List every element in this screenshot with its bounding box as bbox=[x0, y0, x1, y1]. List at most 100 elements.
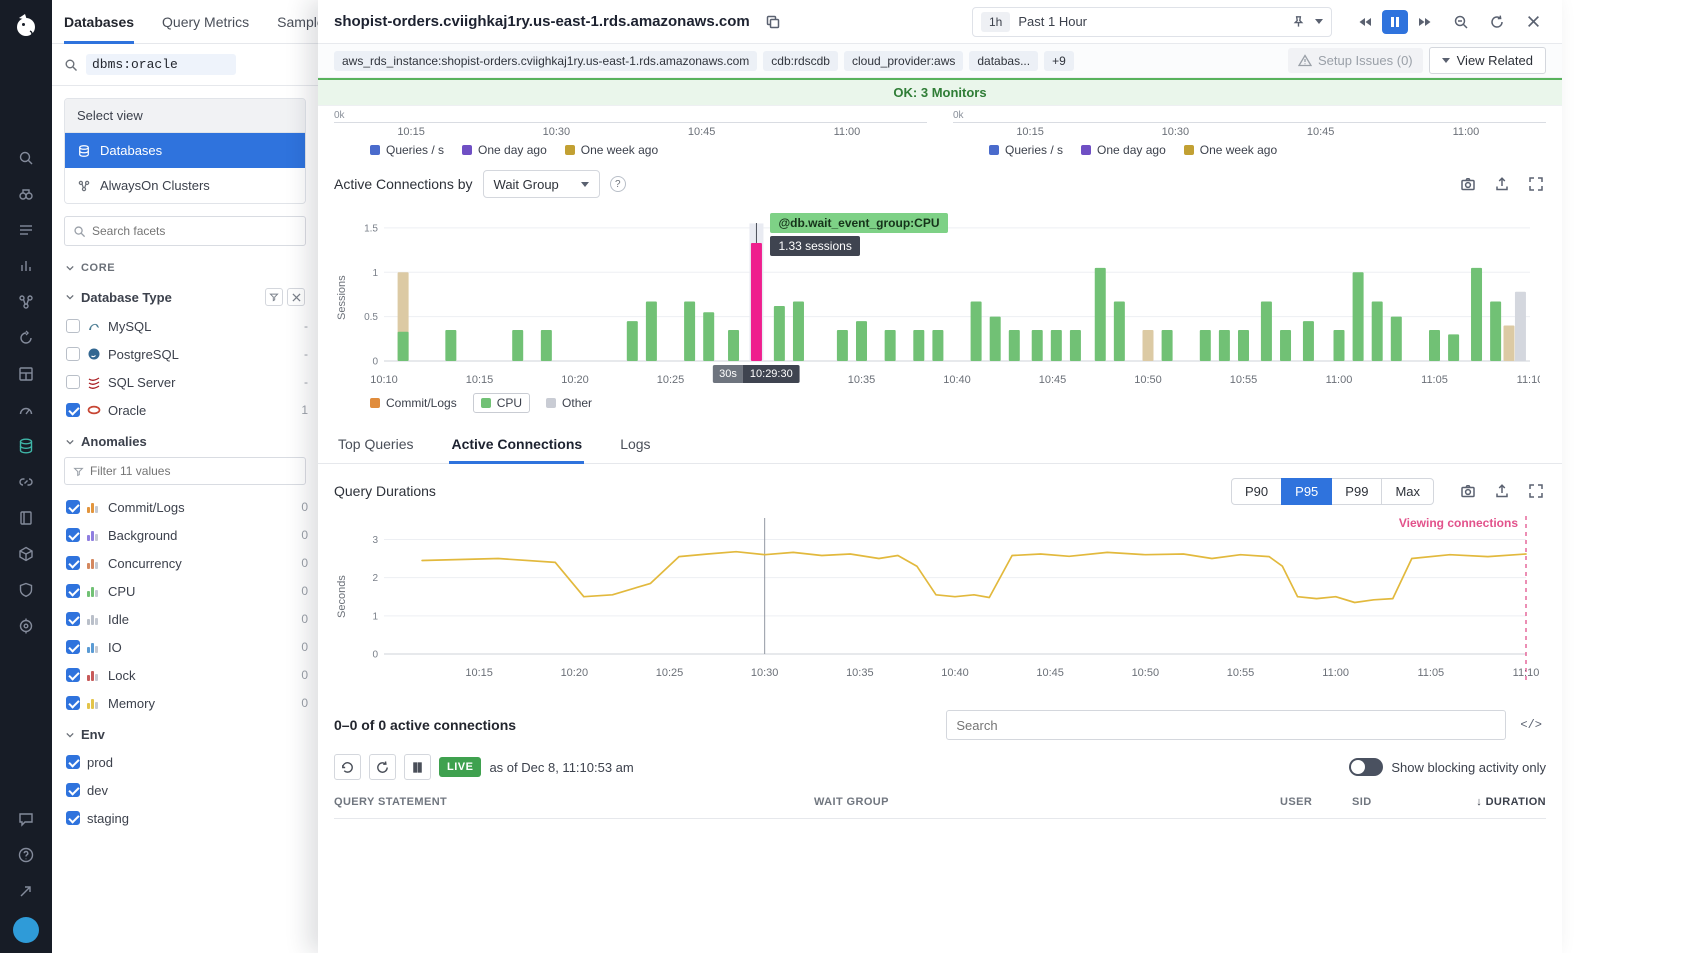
help-icon[interactable]: ? bbox=[610, 176, 626, 192]
blocking-activity-toggle[interactable] bbox=[1349, 758, 1383, 776]
watchdog-icon[interactable] bbox=[0, 176, 52, 212]
checkbox[interactable] bbox=[66, 500, 80, 514]
snapshot-camera-icon[interactable] bbox=[1458, 174, 1478, 194]
clear-facet-icon[interactable] bbox=[287, 288, 305, 306]
anomalies-filter-input[interactable] bbox=[90, 464, 297, 478]
facet-item-background[interactable]: Background 0 bbox=[52, 521, 318, 549]
checkbox[interactable] bbox=[66, 347, 80, 361]
facet-item-concurrency[interactable]: Concurrency 0 bbox=[52, 549, 318, 577]
chat-icon[interactable] bbox=[0, 801, 52, 837]
facet-item-staging[interactable]: staging bbox=[52, 804, 318, 832]
monitors-status-banner[interactable]: OK: 3 Monitors bbox=[318, 78, 1562, 106]
column-sid[interactable]: SID bbox=[1352, 796, 1436, 808]
copy-icon[interactable] bbox=[760, 9, 786, 35]
p95-button[interactable]: P95 bbox=[1281, 478, 1332, 505]
legend-commit-logs[interactable]: Commit/Logs bbox=[370, 396, 457, 410]
tab-samples[interactable]: Samples bbox=[277, 0, 318, 44]
legend-one-day-ago[interactable]: One day ago bbox=[462, 143, 547, 157]
facet-group-anomalies[interactable]: Anomalies bbox=[52, 424, 318, 455]
code-view-icon[interactable]: </> bbox=[1516, 714, 1546, 736]
checkbox[interactable] bbox=[66, 528, 80, 542]
time-range-control[interactable]: 1h Past 1 Hour bbox=[972, 7, 1332, 37]
checkbox[interactable] bbox=[66, 668, 80, 682]
column-query-statement[interactable]: QUERY STATEMENT bbox=[334, 796, 814, 808]
checkbox[interactable] bbox=[66, 319, 80, 333]
zoom-out-icon[interactable] bbox=[1448, 9, 1474, 35]
time-forward-button[interactable] bbox=[1412, 10, 1438, 34]
snapshot-camera-icon[interactable] bbox=[1458, 481, 1478, 501]
checkbox[interactable] bbox=[66, 811, 80, 825]
facet-item-mysql[interactable]: MySQL - bbox=[52, 312, 318, 340]
facet-item-io[interactable]: IO 0 bbox=[52, 633, 318, 661]
checkbox[interactable] bbox=[66, 640, 80, 654]
column-duration-sorted[interactable]: ↓ DURATION bbox=[1436, 796, 1546, 808]
legend-queries-per-s[interactable]: Queries / s bbox=[989, 143, 1063, 157]
help-icon[interactable] bbox=[0, 837, 52, 873]
facet-group-env[interactable]: Env bbox=[52, 717, 318, 748]
setup-issues-button[interactable]: Setup Issues (0) bbox=[1288, 48, 1423, 73]
checkbox[interactable] bbox=[66, 584, 80, 598]
tag-cdb[interactable]: cdb:rdscdb bbox=[763, 51, 838, 71]
pause-live-button[interactable] bbox=[404, 754, 431, 780]
legend-cpu[interactable]: CPU bbox=[473, 393, 530, 413]
facet-item-postgresql[interactable]: PostgreSQL - bbox=[52, 340, 318, 368]
history-icon[interactable] bbox=[334, 754, 361, 780]
close-icon[interactable] bbox=[1520, 9, 1546, 35]
p99-button[interactable]: P99 bbox=[1331, 478, 1382, 505]
security-icon[interactable] bbox=[0, 572, 52, 608]
pin-icon[interactable] bbox=[1289, 13, 1307, 31]
column-user[interactable]: USER bbox=[1280, 796, 1352, 808]
metrics-icon[interactable] bbox=[0, 248, 52, 284]
sessions-bar-chart[interactable]: 00.511.510:1010:1510:2010:2510:3010:3510… bbox=[350, 205, 1540, 391]
onboarding-icon[interactable] bbox=[0, 873, 52, 909]
facet-item-cpu[interactable]: CPU 0 bbox=[52, 577, 318, 605]
tab-active-connections[interactable]: Active Connections bbox=[449, 423, 584, 463]
export-icon[interactable] bbox=[1492, 174, 1512, 194]
database-search-input[interactable] bbox=[86, 54, 236, 75]
refresh-icon[interactable] bbox=[1484, 9, 1510, 35]
tab-databases[interactable]: Databases bbox=[64, 0, 134, 44]
export-icon[interactable] bbox=[1492, 481, 1512, 501]
dashboards-icon[interactable] bbox=[0, 356, 52, 392]
fullscreen-icon[interactable] bbox=[1526, 481, 1546, 501]
view-related-button[interactable]: View Related bbox=[1429, 47, 1546, 74]
column-wait-group[interactable]: WAIT GROUP bbox=[814, 796, 1280, 808]
facet-search-input[interactable] bbox=[92, 224, 297, 238]
apm-icon[interactable] bbox=[0, 608, 52, 644]
legend-one-day-ago[interactable]: One day ago bbox=[1081, 143, 1166, 157]
containers-icon[interactable] bbox=[0, 536, 52, 572]
tab-top-queries[interactable]: Top Queries bbox=[336, 423, 415, 463]
search-icon[interactable] bbox=[0, 140, 52, 176]
filter-facet-icon[interactable] bbox=[265, 288, 283, 306]
facet-item-oracle[interactable]: Oracle 1 bbox=[52, 396, 318, 424]
legend-one-week-ago[interactable]: One week ago bbox=[1184, 143, 1277, 157]
tab-query-metrics[interactable]: Query Metrics bbox=[162, 0, 249, 44]
tag-database-truncated[interactable]: databas... bbox=[969, 51, 1038, 71]
facet-item-memory[interactable]: Memory 0 bbox=[52, 689, 318, 717]
logs-icon[interactable] bbox=[0, 212, 52, 248]
notebooks-icon[interactable] bbox=[0, 500, 52, 536]
connections-search-input[interactable] bbox=[956, 718, 1496, 733]
core-section-header[interactable]: CORE bbox=[52, 256, 318, 278]
durations-line-chart[interactable]: 012310:1510:2010:2510:3010:3510:4010:451… bbox=[350, 512, 1540, 682]
facet-item-commit-logs[interactable]: Commit/Logs 0 bbox=[52, 493, 318, 521]
queries-mini-chart-2[interactable]: 0k 10:15 10:30 10:45 11:00 Queries / s O… bbox=[953, 110, 1546, 157]
facet-item-lock[interactable]: Lock 0 bbox=[52, 661, 318, 689]
facet-item-sql-server[interactable]: SQL Server - bbox=[52, 368, 318, 396]
tag-aws-rds-instance[interactable]: aws_rds_instance:shopist-orders.cviighka… bbox=[334, 51, 757, 71]
p90-button[interactable]: P90 bbox=[1231, 478, 1282, 505]
checkbox[interactable] bbox=[66, 696, 80, 710]
refresh-icon[interactable] bbox=[369, 754, 396, 780]
time-back-button[interactable] bbox=[1352, 10, 1378, 34]
checkbox[interactable] bbox=[66, 403, 80, 417]
fullscreen-icon[interactable] bbox=[1526, 174, 1546, 194]
facet-item-idle[interactable]: Idle 0 bbox=[52, 605, 318, 633]
view-item-alwayson-clusters[interactable]: AlwaysOn Clusters bbox=[65, 168, 305, 203]
wait-group-dropdown[interactable]: Wait Group bbox=[483, 170, 600, 198]
checkbox[interactable] bbox=[66, 612, 80, 626]
facet-group-database-type[interactable]: Database Type bbox=[52, 278, 318, 312]
network-icon[interactable] bbox=[0, 284, 52, 320]
checkbox[interactable] bbox=[66, 783, 80, 797]
pause-button[interactable] bbox=[1382, 10, 1408, 34]
datadog-logo[interactable] bbox=[8, 8, 44, 44]
